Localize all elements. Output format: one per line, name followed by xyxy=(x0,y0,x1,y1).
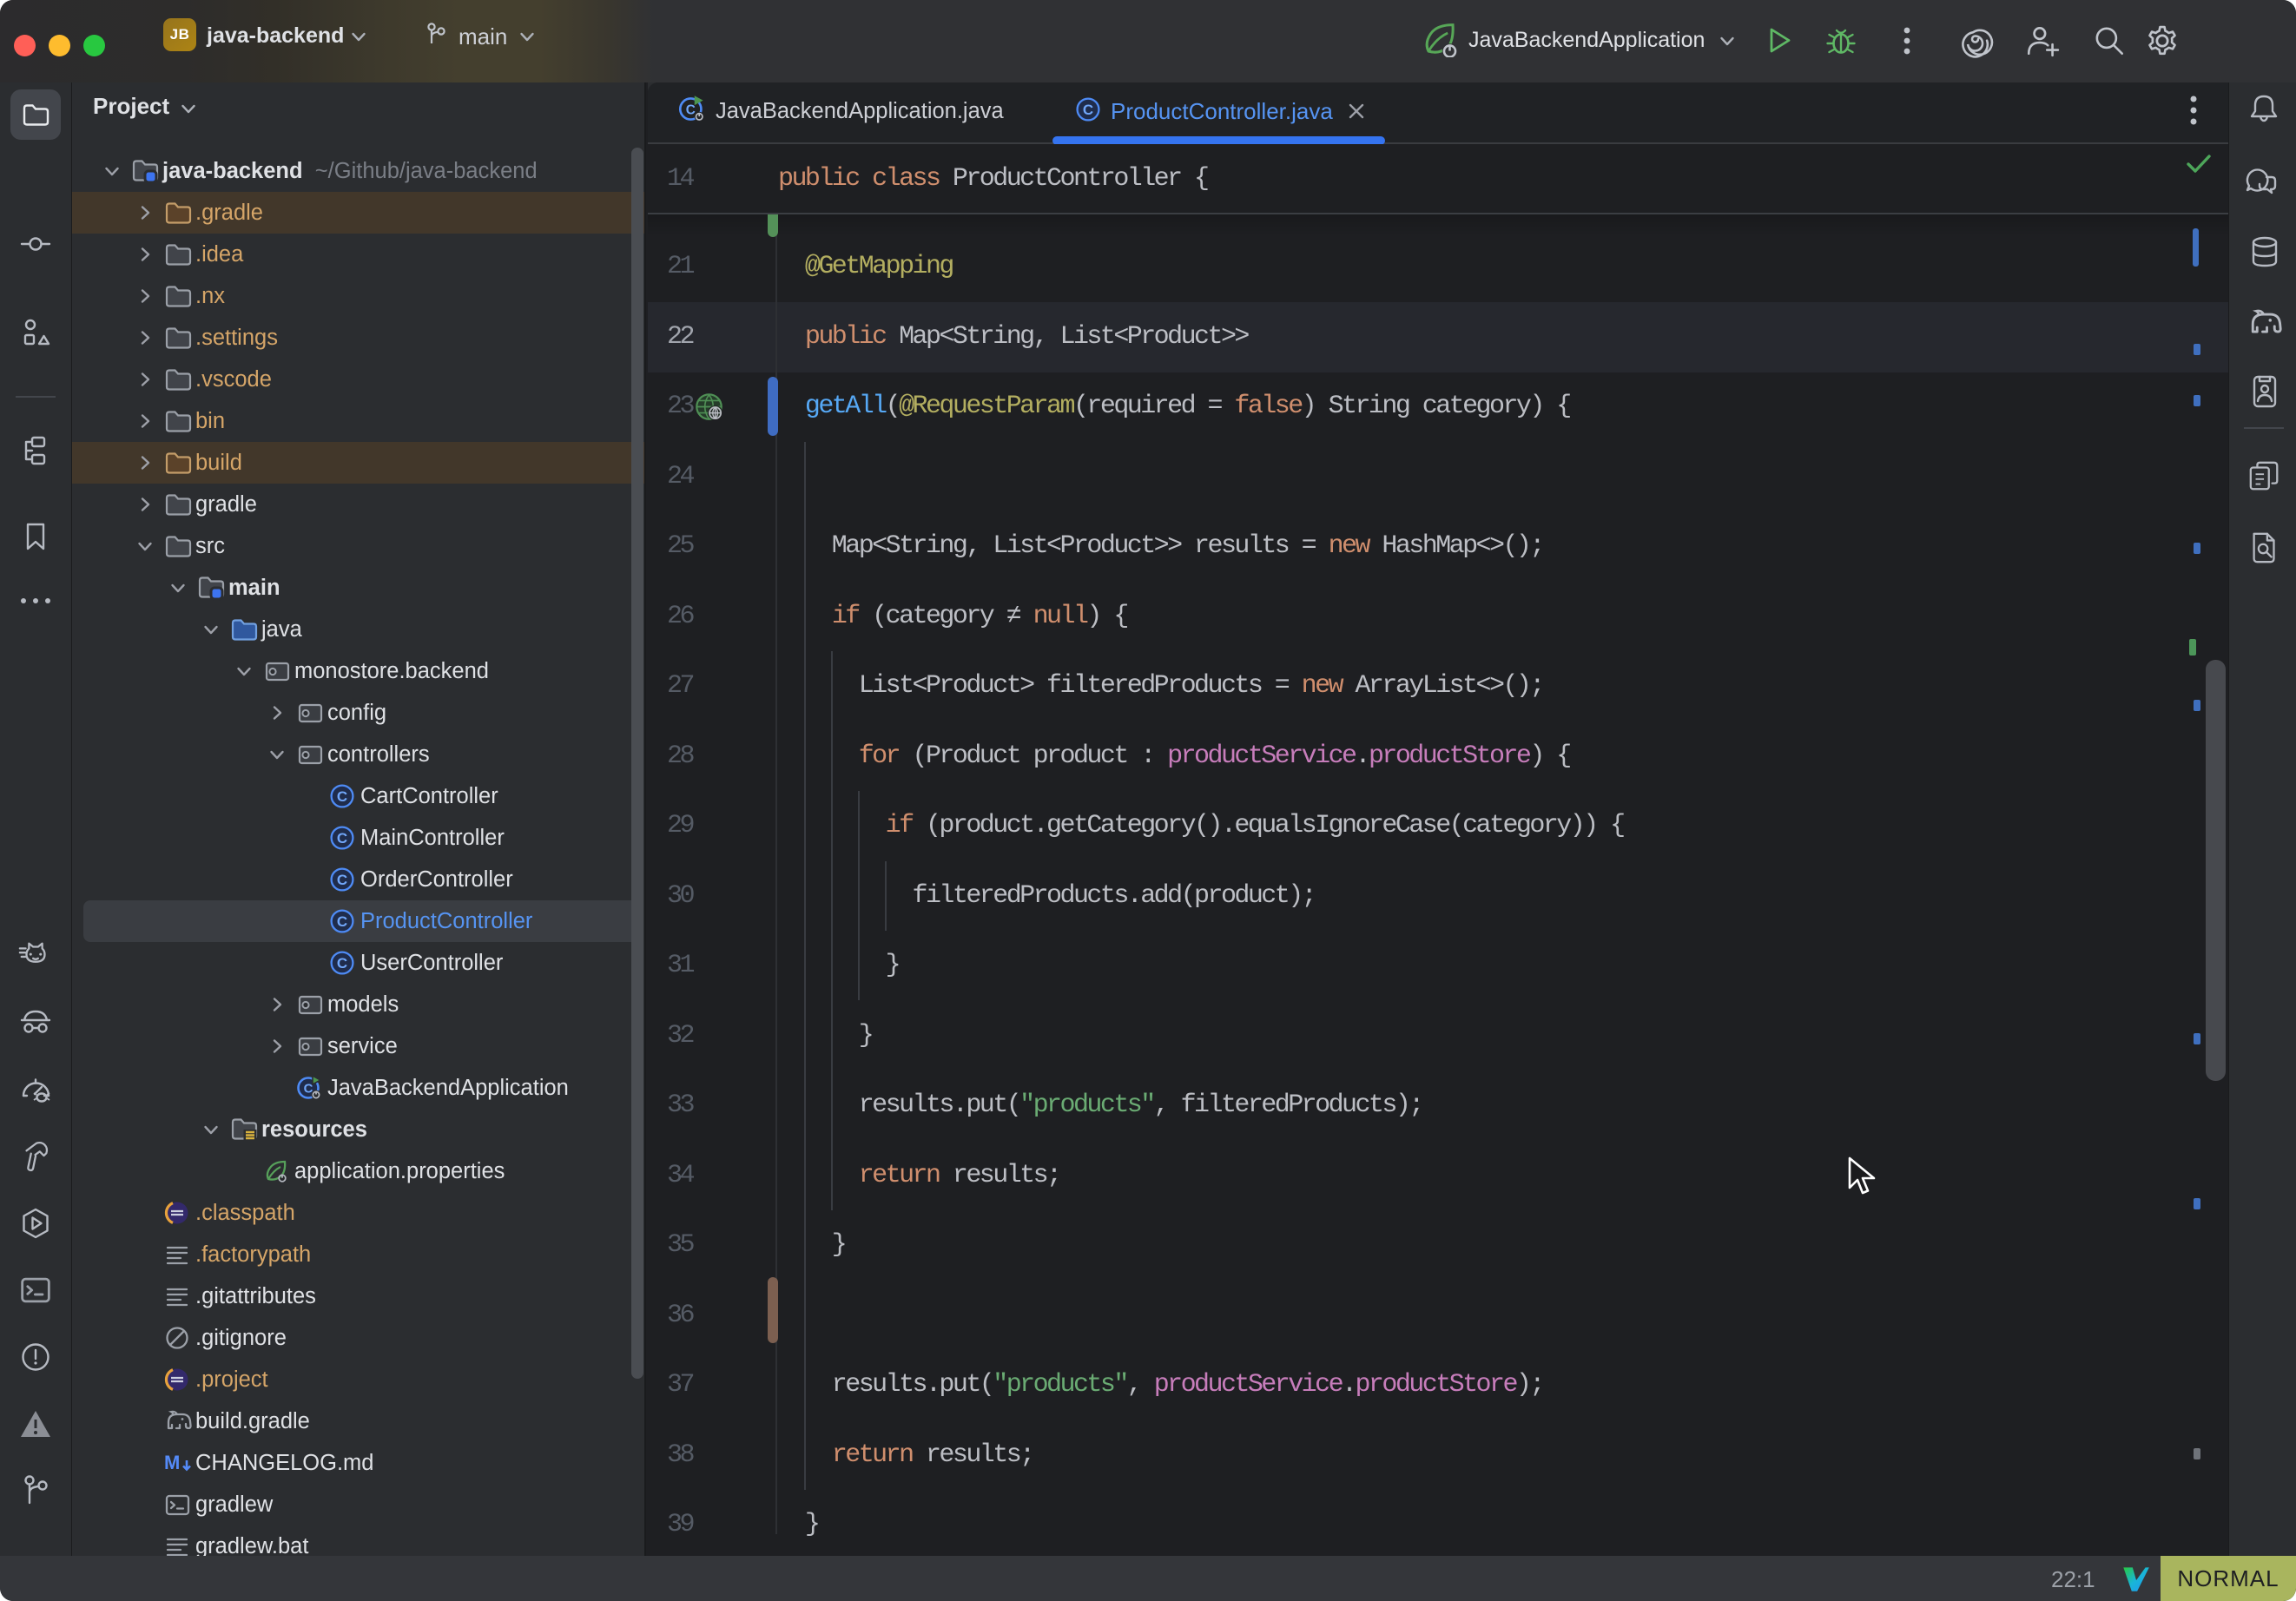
svg-text:C: C xyxy=(337,913,347,930)
svg-text:C: C xyxy=(337,872,347,888)
svg-text:C: C xyxy=(1083,102,1093,118)
svg-text:C: C xyxy=(337,955,347,972)
svg-text:C: C xyxy=(337,788,347,805)
svg-text:C: C xyxy=(337,830,347,847)
svg-text:C: C xyxy=(686,103,696,118)
svg-text:M: M xyxy=(164,1452,180,1473)
